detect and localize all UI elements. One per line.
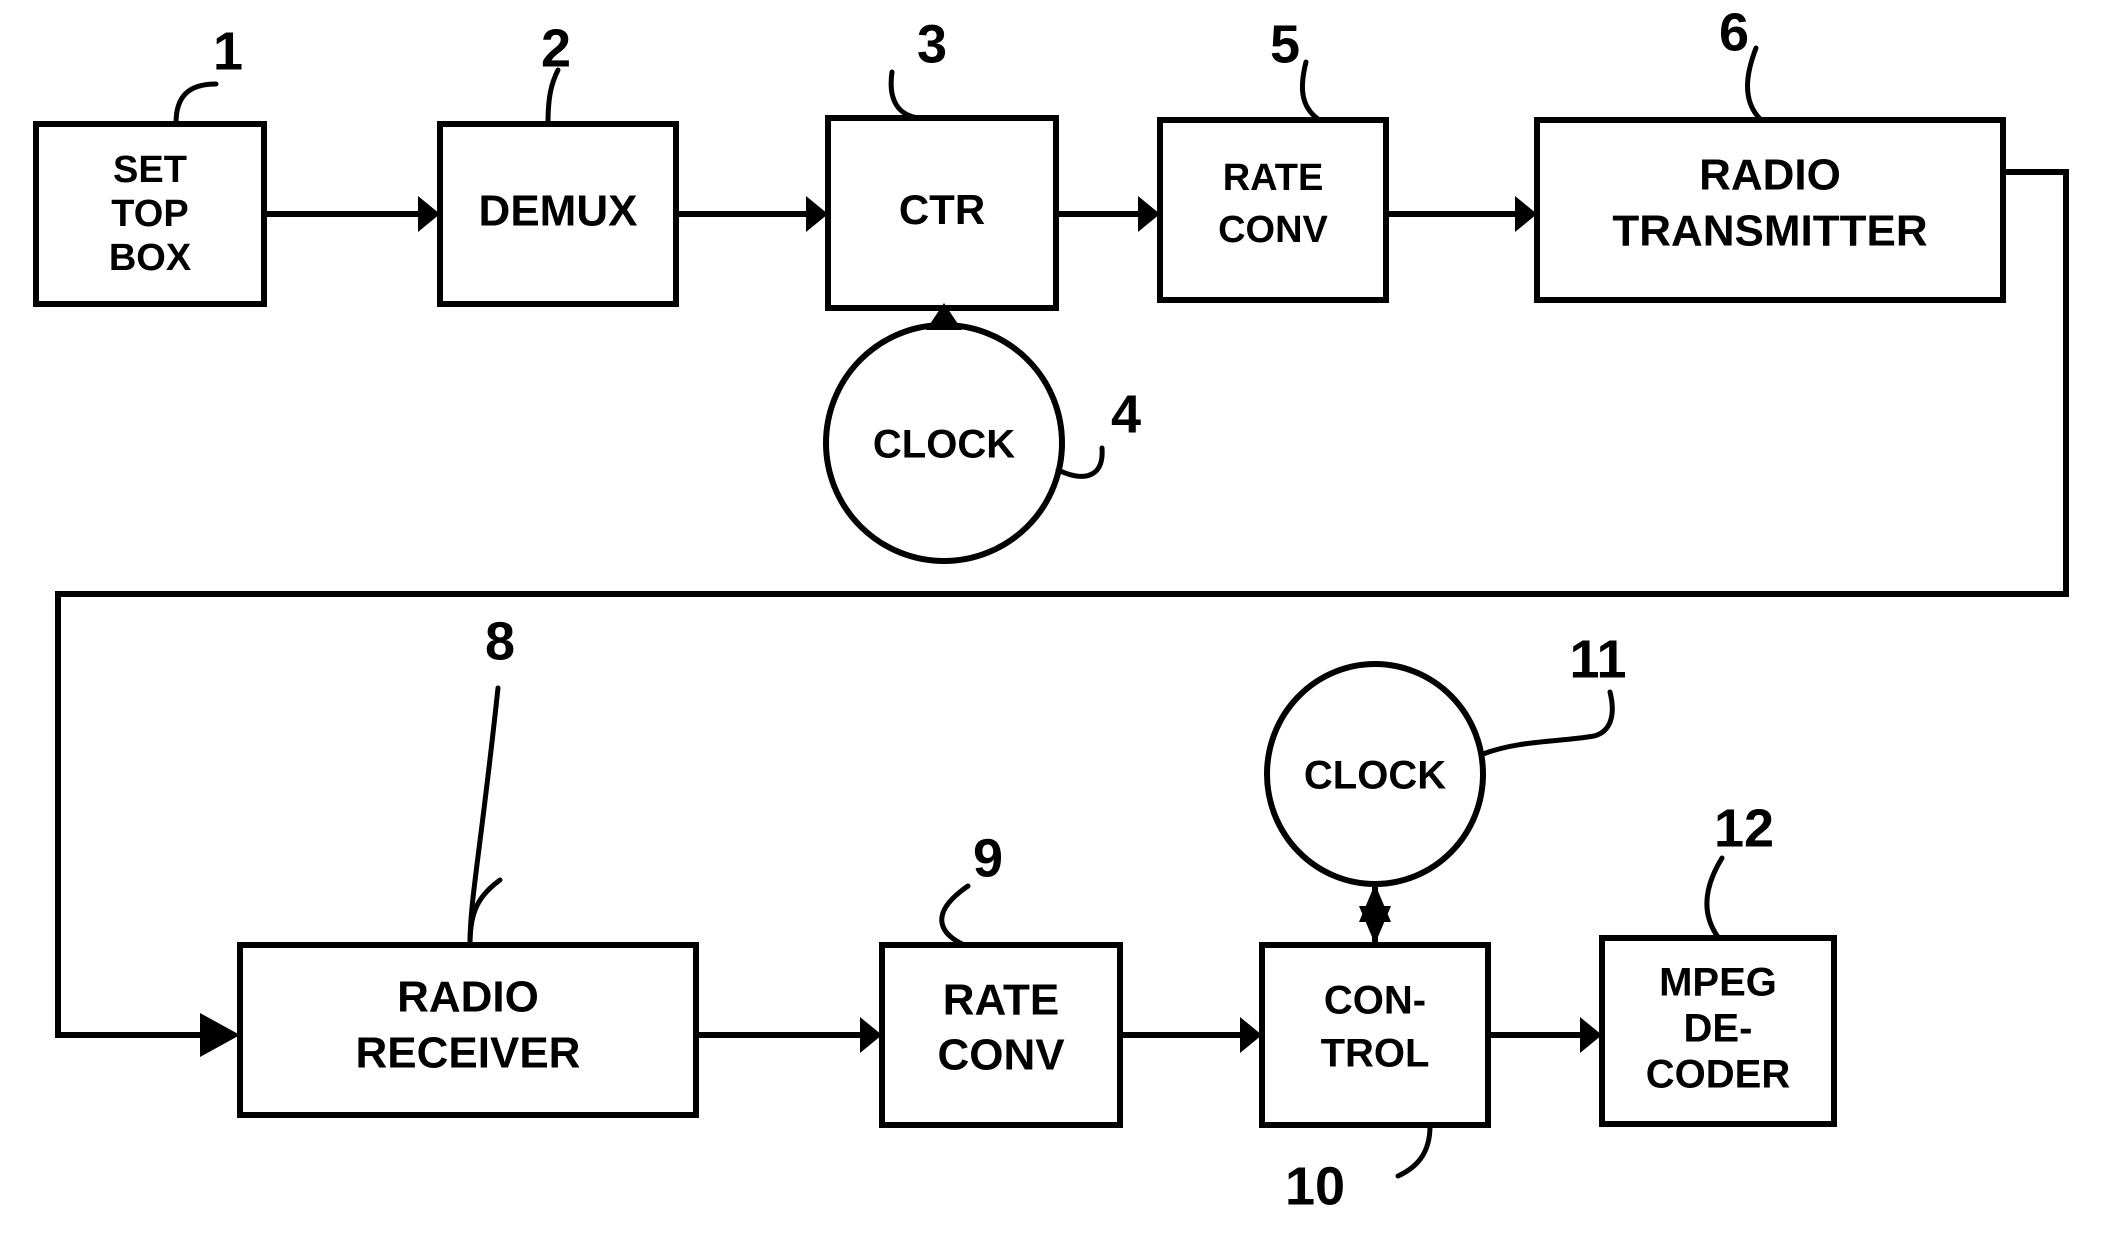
control-label-line2: TROL (1321, 1032, 1430, 1076)
leader-set-top-box (173, 81, 219, 126)
rate-conv-tx-label-line2: CONV (1218, 209, 1328, 251)
radio-receiver-label-line2: RECEIVER (356, 1029, 581, 1078)
ctr-label: CTR (899, 186, 985, 233)
mpeg-decoder-label-line1: MPEG (1659, 961, 1777, 1005)
ref-number-11: 11 (1569, 629, 1626, 689)
arrowhead-receiver-to-rate-conv-rx (860, 1017, 882, 1053)
radio-transmitter-label-line2: TRANSMITTER (1612, 207, 1927, 256)
rate-conv-tx-label-line1: RATE (1223, 157, 1324, 199)
ref-number-4: 4 (1111, 384, 1141, 444)
leader-clock-receive (1480, 689, 1615, 757)
rate-conv-rx-label-line1: RATE (943, 976, 1060, 1025)
set-top-box-label-line3: BOX (109, 237, 192, 279)
figure-canvas: SET TOP BOX 1 DEMUX 2 CTR 3 RATE CONV 5 … (0, 0, 2108, 1238)
radio-receiver-label-line1: RADIO (397, 973, 539, 1022)
ref-number-3: 3 (917, 14, 947, 74)
mpeg-decoder-label-line2: DE- (1684, 1007, 1753, 1051)
arrowhead-clock-receive-down (1359, 906, 1391, 944)
leader-ctr (888, 69, 923, 121)
block-diagram: SET TOP BOX 1 DEMUX 2 CTR 3 RATE CONV 5 … (33, 2, 2069, 1216)
arrowhead-transmitter-to-receiver (200, 1013, 240, 1057)
ref-number-8: 8 (485, 611, 515, 671)
arrowhead-control-to-mpeg-decoder (1580, 1017, 1602, 1053)
rate-conv-rx-label-line2: CONV (937, 1031, 1065, 1080)
ref-number-1: 1 (213, 21, 243, 81)
leader-rate-conv-rx (939, 883, 971, 947)
arrowhead-stb-to-demux (418, 196, 440, 232)
leader-radio-transmitter (1745, 45, 1763, 122)
arrowhead-demux-to-ctr (806, 196, 828, 232)
arrowhead-rate-conv-tx-to-radio-transmitter (1515, 196, 1537, 232)
leader-control (1395, 1123, 1433, 1179)
set-top-box-label-line1: SET (113, 149, 187, 191)
control-label-line1: CON- (1324, 979, 1426, 1023)
ref-number-9: 9 (973, 828, 1003, 888)
leader-rate-conv-tx (1299, 59, 1321, 122)
mpeg-decoder-label-line3: CODER (1646, 1053, 1791, 1097)
demux-label: DEMUX (479, 187, 638, 236)
set-top-box-label-line2: TOP (111, 193, 188, 235)
ref-number-2: 2 (541, 18, 571, 78)
ref-number-6: 6 (1719, 2, 1749, 62)
leader-mpeg-decoder (1704, 855, 1725, 940)
arrowhead-rate-conv-rx-to-control (1240, 1017, 1262, 1053)
arrowhead-ctr-to-rate-conv-tx (1138, 196, 1160, 232)
radio-transmitter-label-line1: RADIO (1699, 151, 1841, 200)
ref-number-5: 5 (1270, 14, 1300, 74)
ref-number-12: 12 (1714, 798, 1774, 858)
clock-transmit-label: CLOCK (873, 423, 1015, 467)
leader-radio-receiver-stem (467, 685, 501, 947)
ref-number-10: 10 (1285, 1156, 1345, 1216)
clock-receive-label: CLOCK (1304, 754, 1446, 798)
